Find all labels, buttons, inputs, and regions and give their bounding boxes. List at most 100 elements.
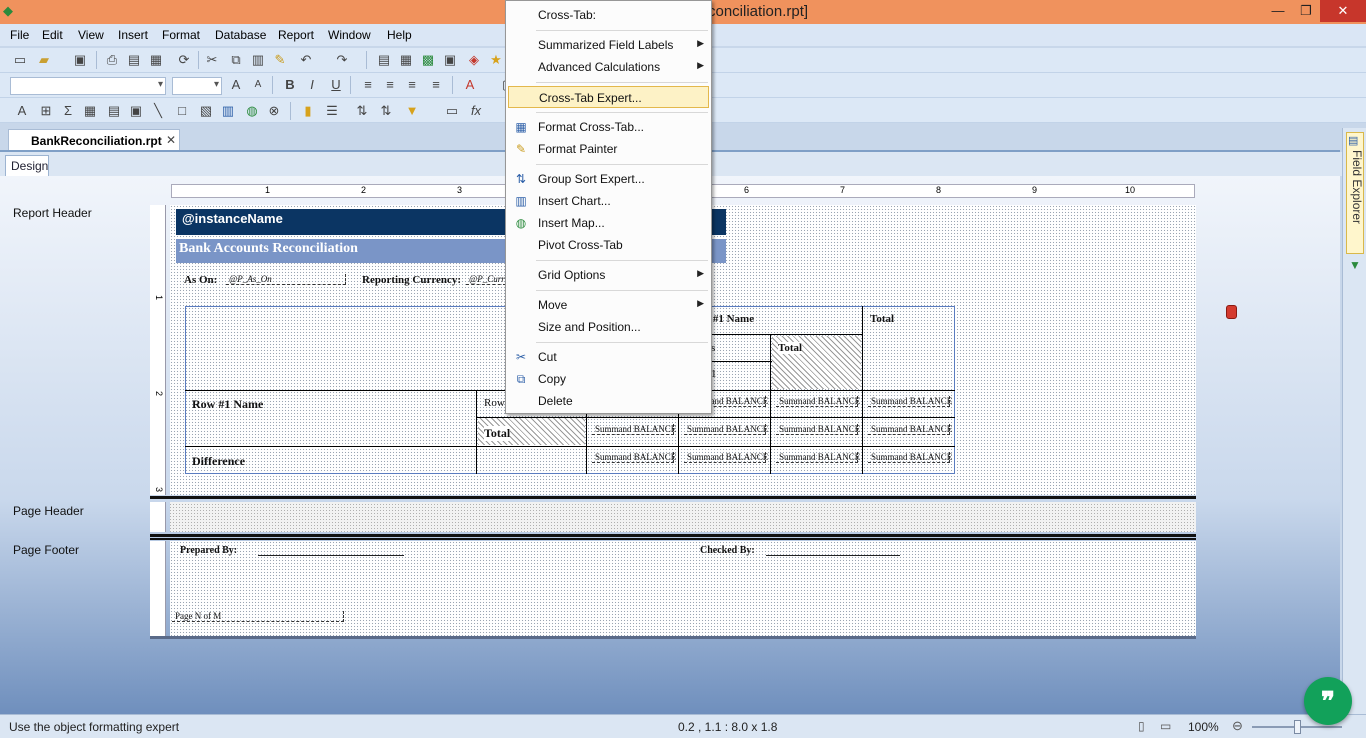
menu-item-cut[interactable]: ✂ Cut [507, 346, 710, 368]
difference-label[interactable]: Difference [192, 454, 245, 469]
menu-item-summarized-field-labels[interactable]: Summarized Field Labels ▶ [507, 34, 710, 56]
database-expert-icon[interactable]: ▮ [300, 103, 316, 119]
menu-item-pivot-crosstab[interactable]: Pivot Cross-Tab [507, 234, 710, 256]
cut-icon[interactable]: ✂ [204, 52, 220, 68]
prepared-by-line[interactable] [258, 544, 404, 556]
print-icon[interactable]: ⎙ [104, 52, 120, 68]
insert-olap-icon[interactable]: ▤ [106, 103, 122, 119]
menu-window[interactable]: Window [328, 28, 371, 42]
menu-view[interactable]: View [78, 28, 104, 42]
align-left-icon[interactable]: ≡ [360, 77, 376, 93]
insert-map-icon[interactable]: ◍ [244, 103, 260, 119]
redo-icon[interactable]: ↷ [334, 52, 350, 68]
paste-icon[interactable]: ▥ [250, 52, 266, 68]
select-expert-icon[interactable]: ▣ [442, 52, 458, 68]
justify-icon[interactable]: ≡ [428, 77, 444, 93]
menu-item-delete[interactable]: Delete [507, 390, 710, 412]
zoom-slider-thumb[interactable] [1294, 720, 1301, 734]
summary-cell[interactable]: Summand BALANCE [868, 424, 952, 435]
insert-box-icon[interactable]: □ [174, 103, 190, 119]
section-label-page-footer[interactable]: Page Footer [13, 543, 79, 557]
page-header-canvas[interactable] [170, 502, 1196, 532]
menu-item-advanced-calculations[interactable]: Advanced Calculations ▶ [507, 56, 710, 78]
new-icon[interactable]: ▭ [12, 52, 28, 68]
increase-font-icon[interactable]: A [228, 77, 244, 93]
summary-cell[interactable]: Summand BALANCE [684, 424, 768, 435]
insert-chart-icon[interactable]: ▥ [220, 103, 236, 119]
font-size-combo[interactable] [172, 77, 222, 95]
toggle-field-view-icon[interactable]: ▤ [376, 52, 392, 68]
menu-format[interactable]: Format [162, 28, 200, 42]
refresh-icon[interactable]: ⟳ [176, 52, 192, 68]
menu-edit[interactable]: Edit [42, 28, 63, 42]
select-expert-icon[interactable]: ▭ [444, 103, 460, 119]
print-preview-icon[interactable]: ▤ [126, 52, 142, 68]
repository-explorer-icon[interactable]: ▼ [1349, 258, 1361, 272]
save-icon[interactable]: ▣ [72, 52, 88, 68]
insert-group-icon[interactable]: ⊞ [38, 103, 54, 119]
menu-item-format-crosstab[interactable]: ▦ Format Cross-Tab... [507, 116, 710, 138]
menu-database[interactable]: Database [215, 28, 266, 42]
record-sort-icon[interactable]: ◈ [466, 52, 482, 68]
italic-icon[interactable]: I [304, 77, 320, 93]
close-button[interactable]: ✕ [1320, 0, 1366, 22]
column-total-label[interactable]: Total [778, 342, 803, 354]
summary-cell[interactable]: Summand BALANCE [776, 452, 860, 463]
section-label-report-header[interactable]: Report Header [13, 206, 92, 220]
page-view-icon[interactable]: ▯ [1138, 719, 1145, 733]
formula-icon[interactable]: fx [468, 103, 484, 119]
row-total-label[interactable]: Total [484, 426, 511, 441]
tab-design[interactable]: Design [5, 155, 49, 176]
page-n-of-m-field[interactable]: Page N of M [172, 611, 344, 622]
formula-workshop-icon[interactable]: ★ [488, 52, 504, 68]
font-color-icon[interactable]: A [462, 77, 478, 93]
bold-icon[interactable]: B [282, 77, 298, 93]
insert-summary-icon[interactable]: ▩ [420, 52, 436, 68]
decrease-font-icon[interactable]: A [250, 77, 266, 93]
export-icon[interactable]: ▦ [148, 52, 164, 68]
reporting-currency-label[interactable]: Reporting Currency: [362, 274, 461, 286]
checked-by-line[interactable] [766, 544, 900, 556]
underline-icon[interactable]: U [328, 77, 344, 93]
currency-parameter-field[interactable]: @P_Curr [466, 274, 506, 285]
insert-text-object-icon[interactable]: A [14, 103, 30, 119]
filter-icon[interactable]: ▼ [404, 103, 420, 119]
design-view-icon[interactable]: ▭ [1160, 719, 1171, 733]
summary-cell[interactable]: Summand BALANCE [592, 452, 676, 463]
close-tab-icon[interactable]: ✕ [166, 133, 176, 147]
maximize-button[interactable]: ❐ [1292, 0, 1320, 22]
summary-cell[interactable]: Summand BALANCE [776, 396, 860, 407]
summary-cell[interactable]: Summand BALANCE [868, 396, 952, 407]
align-right-icon[interactable]: ≡ [404, 77, 420, 93]
menu-insert[interactable]: Insert [118, 28, 148, 42]
menu-item-insert-chart[interactable]: ▥ Insert Chart... [507, 190, 710, 212]
insert-subreport-icon[interactable]: ▣ [128, 103, 144, 119]
prepared-by-label[interactable]: Prepared By: [180, 545, 237, 556]
open-folder-icon[interactable]: ▰ [36, 52, 52, 68]
format-painter-icon[interactable]: ✎ [272, 52, 288, 68]
summary-cell[interactable]: Summand BALANCE [776, 424, 860, 435]
insert-picture-icon[interactable]: ▧ [198, 103, 214, 119]
as-on-parameter-field[interactable]: @P_As_On [226, 274, 346, 285]
row-1-name-field[interactable]: Row #1 Name [192, 397, 263, 412]
document-tab[interactable]: BankReconciliation.rpt ✕ [8, 129, 180, 151]
menu-item-copy[interactable]: ⧉ Copy [507, 368, 710, 390]
copy-icon[interactable]: ⧉ [228, 52, 244, 68]
menu-item-grid-options[interactable]: Grid Options ▶ [507, 264, 710, 286]
minimize-button[interactable]: — [1264, 0, 1292, 22]
menu-item-insert-map[interactable]: ◍ Insert Map... [507, 212, 710, 234]
grand-total-column-label[interactable]: Total [870, 313, 894, 325]
sort-ascending-icon[interactable]: ⇅ [354, 103, 370, 119]
menu-item-group-sort-expert[interactable]: ⇅ Group Sort Expert... [507, 168, 710, 190]
section-expert-icon[interactable]: ☰ [324, 103, 340, 119]
sort-descending-icon[interactable]: ⇅ [378, 103, 394, 119]
align-center-icon[interactable]: ≡ [382, 77, 398, 93]
row-small-field[interactable]: Row [484, 397, 505, 409]
insert-group-icon[interactable]: ▦ [398, 52, 414, 68]
section-label-page-header[interactable]: Page Header [13, 504, 84, 518]
insert-line-icon[interactable]: ╲ [150, 103, 166, 119]
menu-item-format-painter[interactable]: ✎ Format Painter [507, 138, 710, 160]
as-on-label[interactable]: As On: [184, 274, 217, 286]
insert-crosstab-icon[interactable]: ▦ [82, 103, 98, 119]
zoom-out-icon[interactable]: ⊖ [1232, 718, 1243, 734]
